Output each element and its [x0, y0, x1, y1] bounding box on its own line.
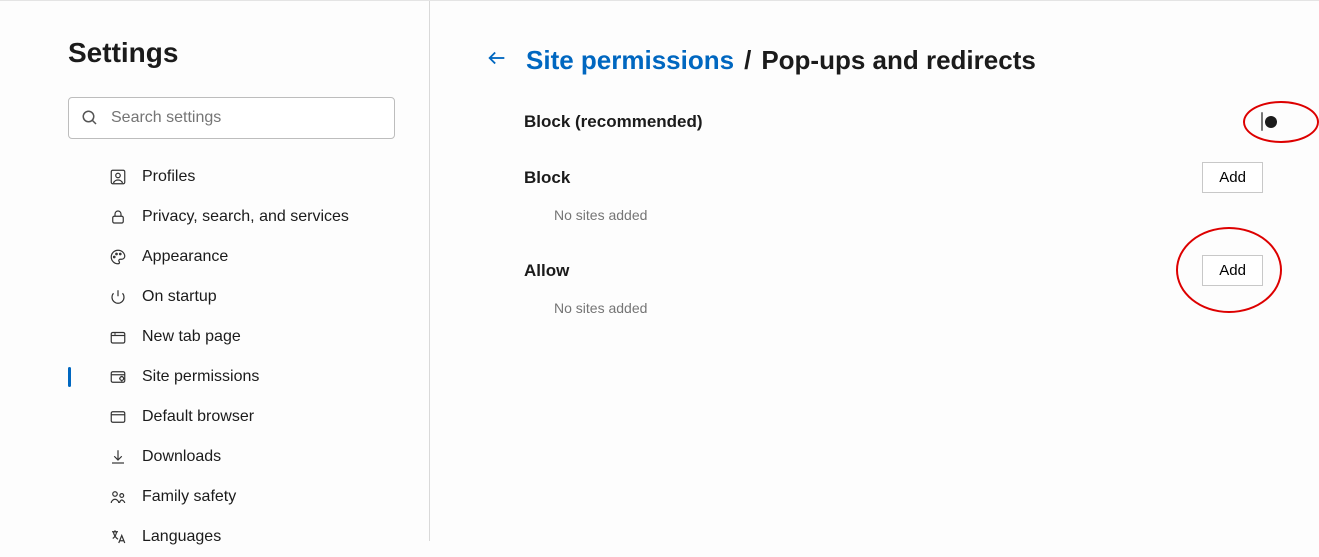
settings-sidebar: Settings Profiles Privacy, search, a — [0, 1, 430, 541]
search-settings-box[interactable] — [68, 97, 395, 139]
block-empty-text: No sites added — [554, 207, 1263, 223]
arrow-left-icon — [486, 47, 508, 69]
settings-title: Settings — [68, 37, 429, 69]
sidebar-item-label: Languages — [142, 528, 221, 546]
breadcrumb-current: Pop-ups and redirects — [761, 45, 1036, 76]
sidebar-item-label: Default browser — [142, 408, 254, 426]
search-icon — [81, 109, 99, 127]
sidebar-item-label: Appearance — [142, 248, 228, 266]
allow-empty-text: No sites added — [554, 300, 1263, 316]
sidebar-item-label: New tab page — [142, 328, 241, 346]
sidebar-item-family-safety[interactable]: Family safety — [0, 477, 429, 517]
allow-add-button[interactable]: Add — [1202, 255, 1263, 286]
language-icon — [108, 528, 128, 546]
permissions-icon — [108, 368, 128, 386]
sidebar-item-label: Profiles — [142, 168, 195, 186]
tab-icon — [108, 328, 128, 346]
browser-icon — [108, 408, 128, 426]
sidebar-item-languages[interactable]: Languages — [0, 517, 429, 557]
annotation-circle-toggle — [1243, 101, 1319, 143]
allow-section-label: Allow — [524, 261, 569, 281]
search-input[interactable] — [111, 109, 382, 127]
sidebar-item-label: Privacy, search, and services — [142, 208, 349, 226]
sidebar-item-label: Family safety — [142, 488, 236, 506]
sidebar-item-newtab[interactable]: New tab page — [0, 317, 429, 357]
download-icon — [108, 448, 128, 466]
settings-nav: Profiles Privacy, search, and services A… — [0, 157, 429, 557]
block-section-label: Block — [524, 168, 570, 188]
back-button[interactable] — [486, 47, 508, 74]
block-toggle-label: Block (recommended) — [524, 112, 703, 132]
toggle-knob — [1265, 116, 1277, 128]
breadcrumb-separator: / — [744, 45, 751, 76]
block-toggle[interactable] — [1261, 112, 1263, 131]
lock-icon — [108, 208, 128, 226]
sidebar-item-appearance[interactable]: Appearance — [0, 237, 429, 277]
sidebar-item-label: Downloads — [142, 448, 221, 466]
sidebar-item-default-browser[interactable]: Default browser — [0, 397, 429, 437]
breadcrumb-parent-link[interactable]: Site permissions — [526, 45, 734, 76]
sidebar-item-profiles[interactable]: Profiles — [0, 157, 429, 197]
breadcrumb: Site permissions / Pop-ups and redirects — [526, 45, 1036, 76]
sidebar-item-label: On startup — [142, 288, 217, 306]
sidebar-item-label: Site permissions — [142, 368, 259, 386]
sidebar-item-startup[interactable]: On startup — [0, 277, 429, 317]
sidebar-item-privacy[interactable]: Privacy, search, and services — [0, 197, 429, 237]
power-icon — [108, 288, 128, 306]
sidebar-item-site-permissions[interactable]: Site permissions — [0, 357, 429, 397]
block-add-button[interactable]: Add — [1202, 162, 1263, 193]
palette-icon — [108, 248, 128, 266]
content-pane: Site permissions / Pop-ups and redirects… — [430, 1, 1319, 541]
sidebar-item-downloads[interactable]: Downloads — [0, 437, 429, 477]
family-icon — [108, 488, 128, 506]
profile-icon — [108, 168, 128, 186]
